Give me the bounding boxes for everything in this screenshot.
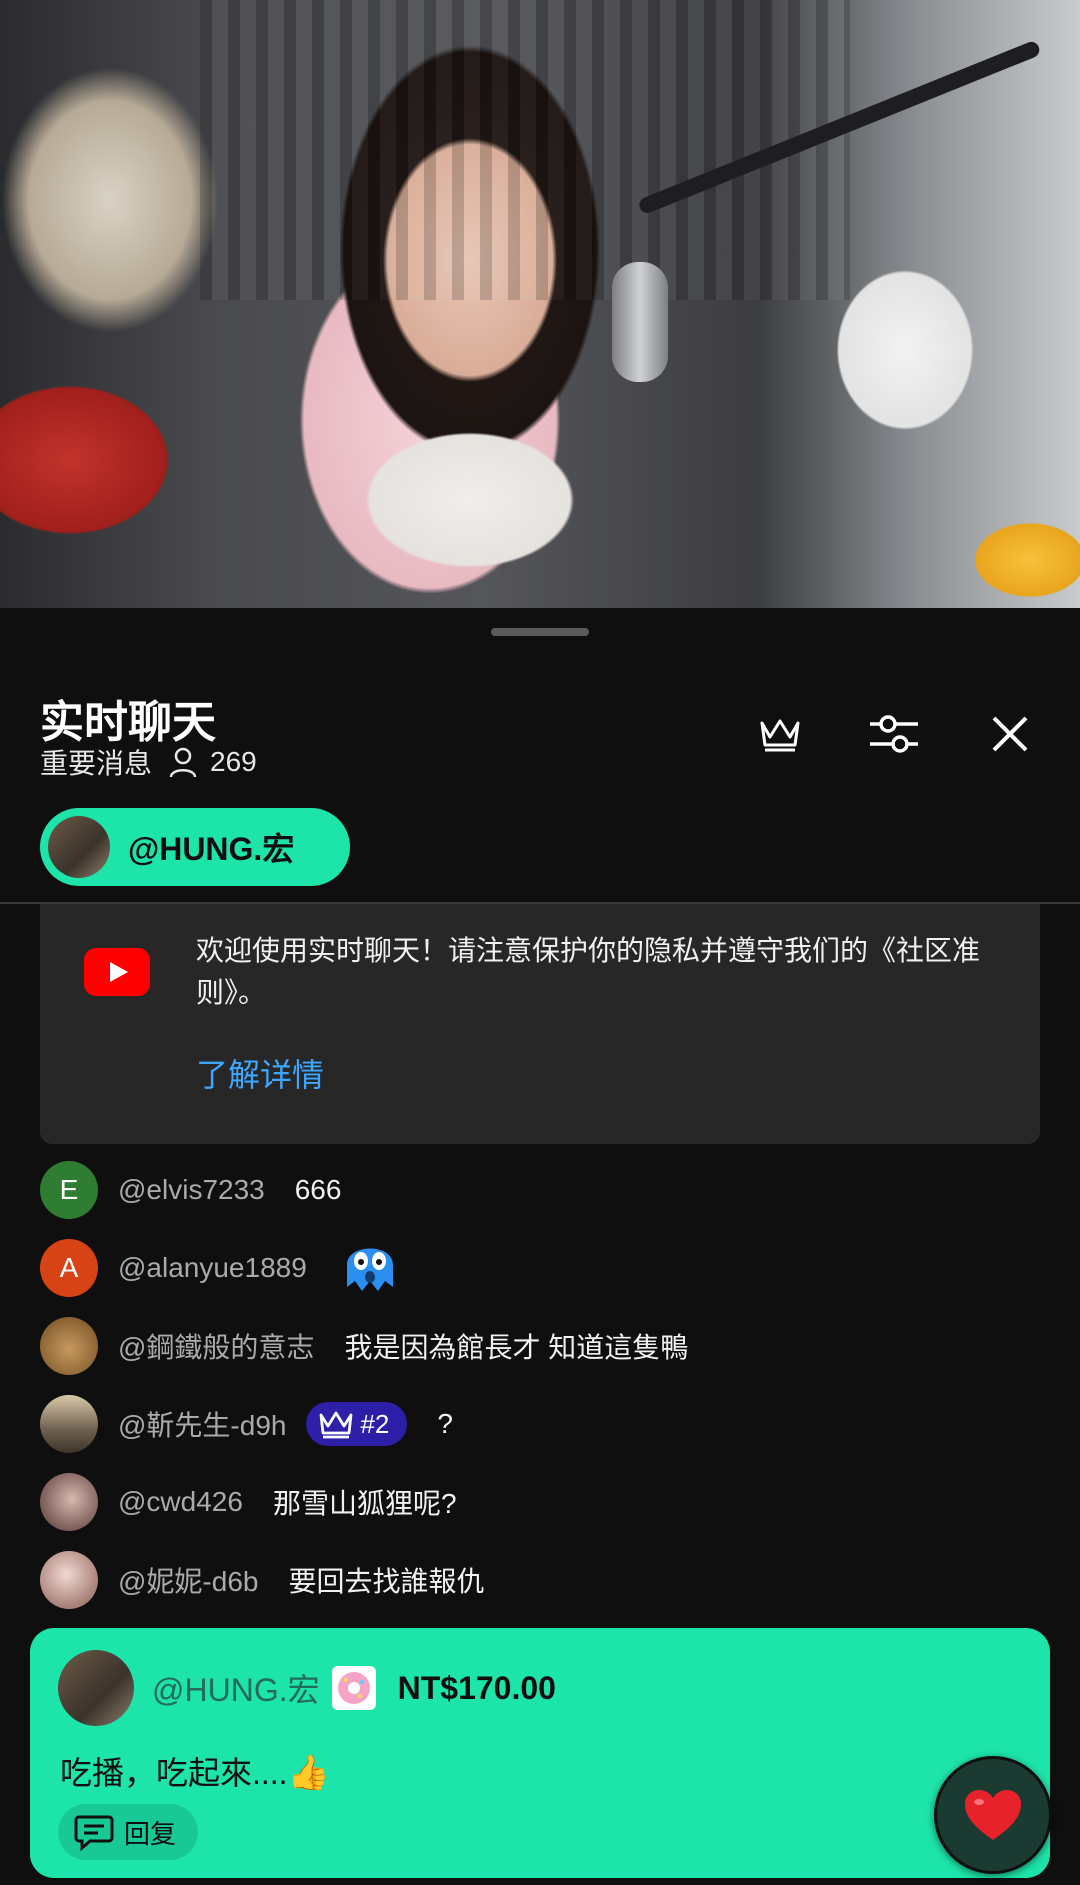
chat-mode-label[interactable]: 重要消息: [40, 742, 152, 782]
viewer-count: 269: [168, 746, 257, 778]
microphone: [612, 262, 668, 382]
close-icon[interactable]: [984, 708, 1036, 760]
avatar: [40, 1551, 98, 1609]
message-text: 我是因為館長才 知道這隻鴨: [344, 1332, 689, 1363]
super-chat-author[interactable]: @HUNG.宏: [152, 1665, 320, 1711]
message-text: 要回去找誰報仇: [288, 1566, 485, 1597]
message-text: 那雪山狐狸呢?: [272, 1488, 457, 1519]
drag-handle[interactable]: [491, 628, 589, 636]
avatar: [40, 1395, 98, 1453]
message-emoji: [341, 1235, 399, 1302]
youtube-logo-icon: [84, 948, 150, 996]
welcome-banner: 欢迎使用实时聊天！请注意保护你的隐私并遵守我们的《社区准则》。 了解详情: [0, 904, 1080, 1144]
welcome-text: 欢迎使用实时聊天！请注意保护你的隐私并遵守我们的《社区准则》。: [196, 935, 981, 1008]
message-author[interactable]: @cwd426: [118, 1486, 243, 1518]
chat-message[interactable]: A @alanyue1889: [40, 1238, 399, 1298]
reply-label: 回复: [124, 1818, 177, 1849]
avatar: E: [40, 1161, 98, 1219]
pinned-supporter-chip[interactable]: @HUNG.宏: [40, 808, 350, 886]
chat-subline: 重要消息 269: [40, 742, 257, 782]
viewer-count-value: 269: [210, 746, 257, 777]
scared-ghost-emoji-icon: [346, 1248, 393, 1291]
avatar: [58, 1650, 134, 1726]
super-chat-header: @HUNG.宏 NT$170.00: [58, 1650, 556, 1726]
person-icon: [169, 747, 197, 778]
donut-sticker-icon: [331, 1666, 376, 1710]
avatar: [40, 1317, 98, 1375]
message-author[interactable]: @elvis7233: [118, 1174, 265, 1206]
welcome-card: 欢迎使用实时聊天！请注意保护你的隐私并遵守我们的《社区准则》。 了解详情: [40, 904, 1040, 1144]
super-chat-card[interactable]: @HUNG.宏 NT$170.00 吃播，吃起來....👍 回复: [30, 1628, 1050, 1878]
super-chat-amount: NT$170.00: [397, 1669, 556, 1706]
avatar: A: [40, 1239, 98, 1297]
live-video[interactable]: [0, 0, 1080, 608]
chat-message[interactable]: @妮妮-d6b 要回去找誰報仇: [40, 1550, 484, 1610]
message-author[interactable]: @妮妮-d6b: [118, 1560, 258, 1600]
chat-message[interactable]: E @elvis7233 666: [40, 1160, 341, 1220]
chat-message[interactable]: @cwd426 那雪山狐狸呢?: [40, 1472, 457, 1532]
chat-title: 实时聊天: [40, 698, 216, 747]
message-text: ?: [437, 1408, 453, 1439]
live-chat-panel: 实时聊天 重要消息 269 @HUNG.宏 欢迎使用实时聊天！请注意保护你的隐私…: [0, 608, 1080, 1885]
chat-message[interactable]: @靳先生-d9h #2 ?: [40, 1394, 453, 1454]
reply-button[interactable]: 回复: [58, 1804, 199, 1860]
filter-settings-icon[interactable]: [868, 708, 920, 760]
member-rank-badge: #2: [306, 1402, 408, 1446]
super-chat-message: 吃播，吃起來....: [60, 1755, 288, 1791]
message-author[interactable]: @靳先生-d9h: [118, 1404, 286, 1444]
member-rank-value: #2: [360, 1408, 390, 1439]
video-background-curtain: [200, 0, 850, 300]
crown-icon[interactable]: [754, 708, 806, 760]
avatar: [40, 1473, 98, 1531]
heart-reaction-button[interactable]: [934, 1756, 1052, 1874]
learn-more-link[interactable]: 了解详情: [196, 1050, 324, 1096]
message-author[interactable]: @alanyue1889: [118, 1252, 307, 1284]
comment-icon: [74, 1815, 114, 1851]
thumbs-up-emoji-icon: 👍: [287, 1754, 330, 1792]
crown-icon: [320, 1411, 353, 1439]
super-chat-text: 吃播，吃起來....👍: [60, 1748, 330, 1794]
avatar: [48, 816, 110, 878]
message-text: 666: [294, 1174, 342, 1205]
heart-icon: [965, 1790, 1021, 1840]
message-author[interactable]: @鋼鐵般的意志: [118, 1326, 314, 1366]
pinned-chip-label: @HUNG.宏: [128, 831, 295, 867]
chat-message[interactable]: @鋼鐵般的意志 我是因為館長才 知道這隻鴨: [40, 1316, 688, 1376]
